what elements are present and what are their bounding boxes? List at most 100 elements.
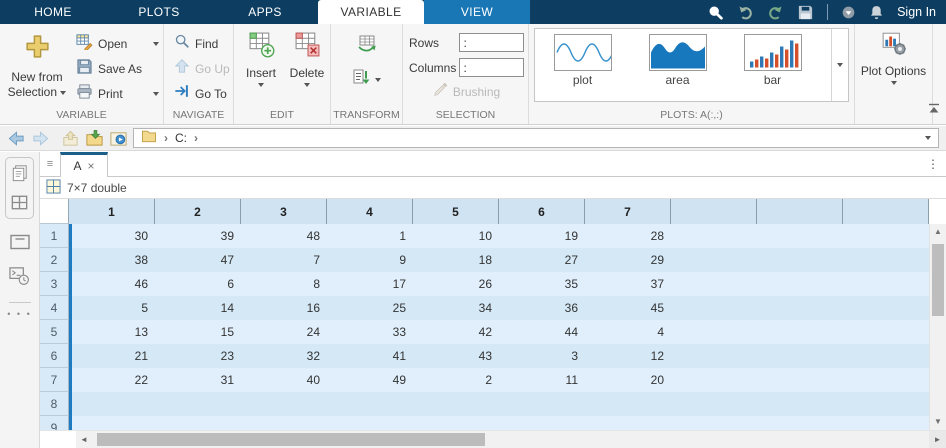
cell-r8c6[interactable] bbox=[499, 392, 585, 416]
horizontal-scroll-thumb[interactable] bbox=[97, 433, 485, 446]
print-button[interactable]: Print bbox=[74, 81, 161, 106]
cell-r9c7[interactable] bbox=[585, 416, 671, 430]
workspace-tray-icon[interactable] bbox=[9, 233, 31, 251]
cell-r1c8[interactable] bbox=[671, 224, 757, 248]
cell-r3c3[interactable]: 8 bbox=[241, 272, 327, 296]
cell-r8c4[interactable] bbox=[327, 392, 413, 416]
cell-r2c9[interactable] bbox=[757, 248, 843, 272]
cell-r4c7[interactable]: 45 bbox=[585, 296, 671, 320]
scroll-up-arrow[interactable]: ▲ bbox=[930, 227, 946, 236]
back-icon[interactable] bbox=[7, 129, 26, 148]
tab-apps[interactable]: APPS bbox=[212, 0, 318, 24]
tab-strip-menu-icon[interactable]: ≡ bbox=[40, 152, 60, 176]
cell-r7c1[interactable]: 22 bbox=[69, 368, 155, 392]
tab-view[interactable]: VIEW bbox=[424, 0, 530, 24]
row-header-9[interactable]: 9 bbox=[40, 416, 69, 430]
cell-r9c6[interactable] bbox=[499, 416, 585, 430]
column-header-empty-3[interactable] bbox=[843, 199, 929, 224]
cell-r6c6[interactable]: 3 bbox=[499, 344, 585, 368]
cell-r5c7[interactable]: 4 bbox=[585, 320, 671, 344]
cell-r8c5[interactable] bbox=[413, 392, 499, 416]
browse-folder-icon[interactable] bbox=[85, 129, 104, 148]
cell-r4c3[interactable]: 16 bbox=[241, 296, 327, 320]
cell-r2c1[interactable]: 38 bbox=[69, 248, 155, 272]
row-header-2[interactable]: 2 bbox=[40, 248, 69, 272]
gallery-expand-button[interactable] bbox=[831, 29, 848, 101]
variables-grid-icon[interactable] bbox=[9, 192, 30, 213]
cell-r1c1[interactable]: 30 bbox=[69, 224, 155, 248]
undo-icon[interactable] bbox=[737, 4, 754, 21]
cell-r8c2[interactable] bbox=[155, 392, 241, 416]
find-button[interactable]: Find bbox=[172, 31, 233, 56]
kebab-menu-icon[interactable]: ⋮ bbox=[920, 152, 946, 176]
up-one-level-icon[interactable] bbox=[61, 129, 80, 148]
cell-r9c9[interactable] bbox=[757, 416, 843, 430]
tab-plots[interactable]: PLOTS bbox=[106, 0, 212, 24]
close-icon[interactable]: × bbox=[88, 159, 95, 173]
breadcrumb-drive[interactable]: C: bbox=[175, 131, 187, 145]
cell-r9c4[interactable] bbox=[327, 416, 413, 430]
folder-preview-icon[interactable] bbox=[109, 129, 128, 148]
cell-r6c3[interactable]: 32 bbox=[241, 344, 327, 368]
column-header-5[interactable]: 5 bbox=[413, 199, 499, 224]
cell-r4c2[interactable]: 14 bbox=[155, 296, 241, 320]
cell-r4c5[interactable]: 34 bbox=[413, 296, 499, 320]
row-header-3[interactable]: 3 bbox=[40, 272, 69, 296]
cell-r4c10[interactable] bbox=[843, 296, 929, 320]
cell-r3c2[interactable]: 6 bbox=[155, 272, 241, 296]
cell-r5c4[interactable]: 33 bbox=[327, 320, 413, 344]
cell-r1c3[interactable]: 48 bbox=[241, 224, 327, 248]
cell-r5c5[interactable]: 42 bbox=[413, 320, 499, 344]
cell-r2c7[interactable]: 29 bbox=[585, 248, 671, 272]
transpose-button[interactable] bbox=[356, 34, 378, 59]
cell-r6c2[interactable]: 23 bbox=[155, 344, 241, 368]
cell-r3c8[interactable] bbox=[671, 272, 757, 296]
cell-r6c5[interactable]: 43 bbox=[413, 344, 499, 368]
gallery-item-bar[interactable]: bar bbox=[725, 29, 820, 101]
cell-r9c2[interactable] bbox=[155, 416, 241, 430]
new-from-selection-button[interactable]: New from Selection bbox=[6, 29, 68, 108]
cell-r9c8[interactable] bbox=[671, 416, 757, 430]
row-header-7[interactable]: 7 bbox=[40, 368, 69, 392]
cell-r2c10[interactable] bbox=[843, 248, 929, 272]
command-history-icon[interactable] bbox=[8, 265, 31, 286]
tab-variable[interactable]: VARIABLE bbox=[318, 0, 424, 24]
cell-r5c6[interactable]: 44 bbox=[499, 320, 585, 344]
notifications-bell-icon[interactable] bbox=[869, 4, 884, 20]
cell-r4c8[interactable] bbox=[671, 296, 757, 320]
cell-r6c1[interactable]: 21 bbox=[69, 344, 155, 368]
columns-input[interactable]: : bbox=[458, 58, 524, 77]
cell-r7c6[interactable]: 11 bbox=[499, 368, 585, 392]
cell-r3c6[interactable]: 35 bbox=[499, 272, 585, 296]
cell-r9c3[interactable] bbox=[241, 416, 327, 430]
row-header-5[interactable]: 5 bbox=[40, 320, 69, 344]
cell-r8c9[interactable] bbox=[757, 392, 843, 416]
cell-r1c9[interactable] bbox=[757, 224, 843, 248]
table-corner-cell[interactable] bbox=[40, 199, 69, 224]
open-button[interactable]: Open bbox=[74, 31, 161, 56]
search-icon[interactable] bbox=[707, 4, 724, 21]
horizontal-scrollbar[interactable]: ◄ ► bbox=[40, 430, 946, 448]
tab-home[interactable]: HOME bbox=[0, 0, 106, 24]
documents-panel-icon[interactable] bbox=[9, 163, 30, 184]
cell-r5c8[interactable] bbox=[671, 320, 757, 344]
go-up-button[interactable]: Go Up bbox=[172, 56, 233, 81]
scroll-left-arrow[interactable]: ◄ bbox=[76, 435, 92, 444]
cell-r2c8[interactable] bbox=[671, 248, 757, 272]
cell-r6c9[interactable] bbox=[757, 344, 843, 368]
plot-options-button[interactable]: Plot Options bbox=[855, 24, 933, 124]
cell-r8c7[interactable] bbox=[585, 392, 671, 416]
cell-r4c4[interactable]: 25 bbox=[327, 296, 413, 320]
row-header-8[interactable]: 8 bbox=[40, 392, 69, 416]
column-header-empty-2[interactable] bbox=[757, 199, 843, 224]
sort-button[interactable] bbox=[352, 68, 381, 91]
column-header-6[interactable]: 6 bbox=[499, 199, 585, 224]
cell-r6c10[interactable] bbox=[843, 344, 929, 368]
cell-r1c7[interactable]: 28 bbox=[585, 224, 671, 248]
column-header-3[interactable]: 3 bbox=[241, 199, 327, 224]
cell-r7c8[interactable] bbox=[671, 368, 757, 392]
cell-r3c4[interactable]: 17 bbox=[327, 272, 413, 296]
cell-r2c5[interactable]: 18 bbox=[413, 248, 499, 272]
cell-r5c3[interactable]: 24 bbox=[241, 320, 327, 344]
cell-r5c2[interactable]: 15 bbox=[155, 320, 241, 344]
